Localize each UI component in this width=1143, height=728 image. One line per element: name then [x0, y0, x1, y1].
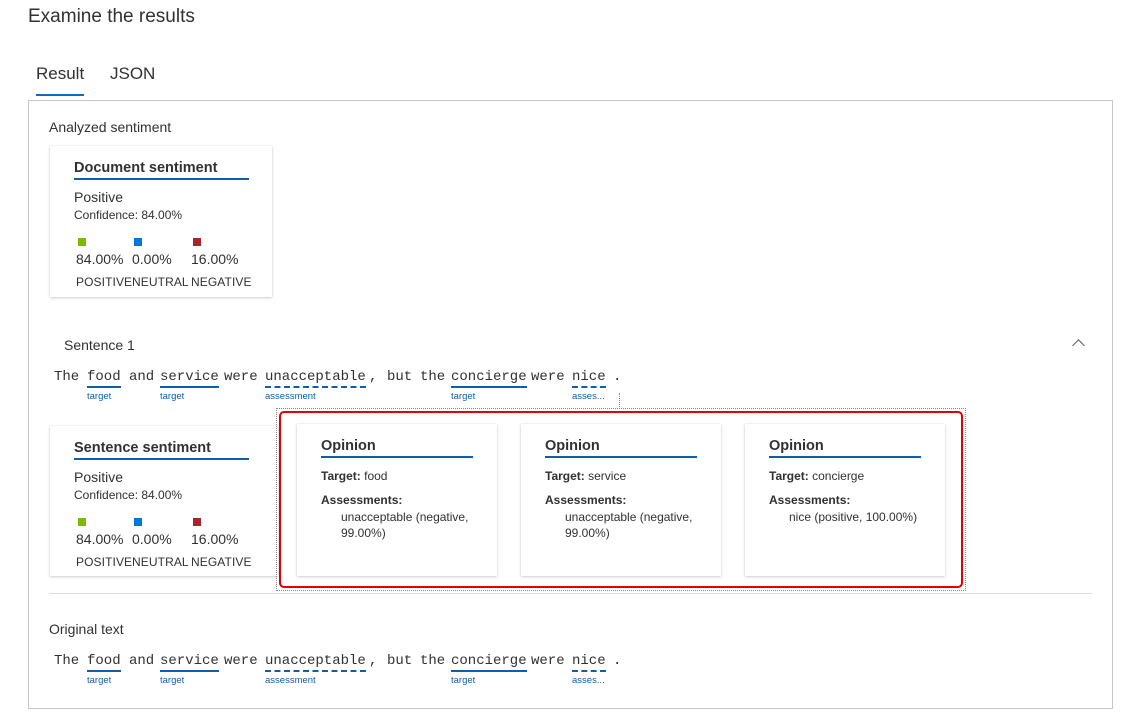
token-target: food target — [87, 653, 121, 686]
target-label: Target: — [545, 469, 585, 483]
score-label: NEUTRAL — [132, 555, 189, 569]
token-assessment: nice asses... — [572, 653, 606, 686]
score-neutral: 0.00% NEUTRAL — [132, 238, 189, 289]
opinion-card: Opinion Target: food Assessments: unacce… — [297, 424, 497, 576]
score-value: 16.00% — [191, 251, 239, 267]
sentence-title: Sentence 1 — [64, 337, 135, 353]
token-tag: assessment — [265, 391, 316, 402]
token: The — [54, 369, 80, 385]
selection-connector — [619, 393, 620, 409]
score-positive: 84.00% POSITIVE — [76, 238, 132, 289]
score-value: 84.00% — [76, 531, 124, 547]
opinion-target: Target: food — [321, 469, 387, 483]
token: the — [420, 653, 446, 669]
token: and — [129, 653, 155, 669]
token-assessment: nice asses... — [572, 369, 606, 402]
tab-result[interactable]: Result — [36, 64, 85, 96]
token: were — [531, 369, 565, 385]
token-target: service target — [160, 653, 219, 686]
token-tag: target — [451, 675, 476, 686]
score-negative: 16.00% NEGATIVE — [191, 238, 252, 289]
confidence-text: Confidence: 84.00% — [74, 208, 183, 222]
divider — [49, 593, 1092, 594]
token-tag: assessment — [265, 675, 316, 686]
token-tag: asses... — [572, 391, 605, 402]
card-title: Sentence sentiment — [74, 440, 249, 460]
score-positive: 84.00% POSITIVE — [76, 518, 132, 569]
token: were — [531, 653, 565, 669]
assessments-label: Assessments: — [545, 493, 627, 507]
score-label: POSITIVE — [76, 555, 133, 569]
token-tag: asses... — [572, 675, 605, 686]
tab-json[interactable]: JSON — [110, 64, 155, 84]
score-label: NEUTRAL — [132, 275, 189, 289]
token: the — [420, 369, 446, 385]
token: were — [224, 369, 258, 385]
assessments-label: Assessments: — [769, 493, 851, 507]
token-target: concierge target — [451, 369, 527, 402]
score-neutral: 0.00% NEUTRAL — [132, 518, 189, 569]
token-assessment: unacceptable assessment — [265, 369, 366, 402]
token: . — [613, 369, 622, 385]
opinion-target: Target: concierge — [769, 469, 864, 483]
score-value: 84.00% — [76, 251, 124, 267]
opinion-card: Opinion Target: service Assessments: una… — [521, 424, 721, 576]
negative-color-swatch — [193, 238, 201, 246]
opinion-target: Target: service — [545, 469, 626, 483]
score-label: NEGATIVE — [191, 275, 252, 289]
score-value: 16.00% — [191, 531, 239, 547]
score-value: 0.00% — [132, 531, 172, 547]
token: . — [613, 653, 622, 669]
token: but — [387, 653, 413, 669]
target-value: food — [364, 469, 388, 483]
score-label: NEGATIVE — [191, 555, 252, 569]
positive-color-swatch — [78, 238, 86, 246]
token-tag: target — [87, 391, 112, 402]
neutral-color-swatch — [134, 238, 142, 246]
sentiment-value: Positive — [74, 469, 124, 485]
score-negative: 16.00% NEGATIVE — [191, 518, 252, 569]
token: and — [129, 369, 155, 385]
sentence-sentiment-card: Sentence sentiment Positive Confidence: … — [50, 426, 278, 576]
token-target: service target — [160, 369, 219, 402]
neutral-color-swatch — [134, 518, 142, 526]
token: , — [369, 369, 378, 385]
document-sentiment-card: Document sentiment Positive Confidence: … — [50, 146, 272, 297]
token-target: concierge target — [451, 653, 527, 686]
result-panel: Analyzed sentiment Document sentiment Po… — [28, 100, 1113, 709]
token-tag: target — [160, 675, 185, 686]
card-title: Opinion — [321, 438, 473, 458]
token-assessment: unacceptable assessment — [265, 653, 366, 686]
negative-color-swatch — [193, 518, 201, 526]
token-target: food target — [87, 369, 121, 402]
target-label: Target: — [321, 469, 361, 483]
opinion-card: Opinion Target: concierge Assessments: n… — [745, 424, 945, 576]
score-value: 0.00% — [132, 251, 172, 267]
token-tag: target — [451, 391, 476, 402]
token: The — [54, 653, 80, 669]
token: , — [369, 653, 378, 669]
card-title: Document sentiment — [74, 160, 249, 180]
token-tag: target — [160, 391, 185, 402]
target-value: service — [588, 469, 627, 483]
assessment-value: nice (positive, 100.00%) — [789, 510, 918, 524]
score-label: POSITIVE — [76, 275, 133, 289]
positive-color-swatch — [78, 518, 86, 526]
assessment-value: unacceptable (negative, 99.00%) — [565, 510, 693, 540]
assessment-value: unacceptable (negative, 99.00%) — [341, 510, 469, 540]
sentiment-value: Positive — [74, 189, 124, 205]
target-label: Target: — [769, 469, 809, 483]
target-value: concierge — [812, 469, 865, 483]
token: but — [387, 369, 413, 385]
token: were — [224, 653, 258, 669]
card-title: Opinion — [769, 438, 921, 458]
page-title: Examine the results — [28, 6, 195, 27]
assessments-label: Assessments: — [321, 493, 403, 507]
original-text-label: Original text — [49, 621, 124, 637]
card-title: Opinion — [545, 438, 697, 458]
confidence-text: Confidence: 84.00% — [74, 488, 183, 502]
token-tag: target — [87, 675, 112, 686]
analyzed-sentiment-label: Analyzed sentiment — [49, 119, 172, 135]
chevron-up-icon[interactable] — [1072, 337, 1084, 349]
